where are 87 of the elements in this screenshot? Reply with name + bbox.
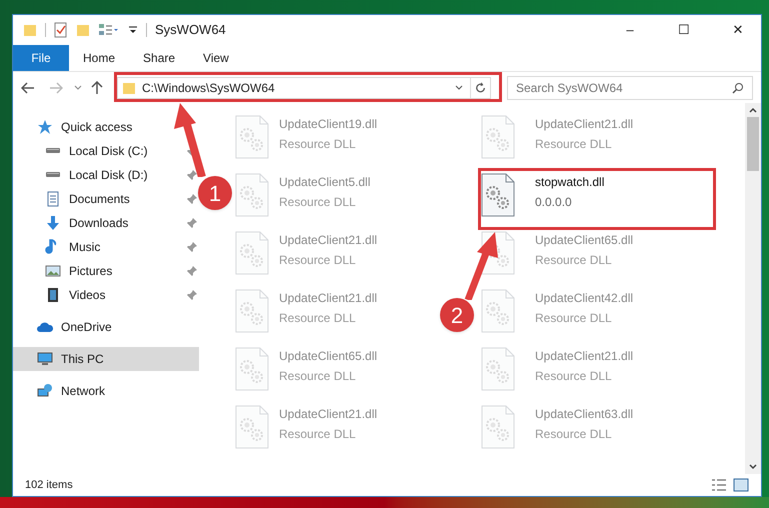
file-detail: Resource DLL [279, 252, 357, 269]
pin-icon[interactable] [187, 242, 197, 252]
item-count: 102 items [25, 478, 73, 493]
file-name: UpdateClient21.dll [535, 348, 634, 365]
file-name: UpdateClient65.dll [279, 348, 378, 365]
gear-file-icon [235, 115, 269, 159]
file-name: UpdateClient21.dll [279, 232, 378, 249]
document-icon [45, 191, 61, 207]
file-detail: Resource DLL [535, 310, 613, 327]
dropdown-icon[interactable] [128, 25, 138, 35]
gear-file-icon [235, 347, 269, 391]
address-bar[interactable]: C:\Windows\SysWOW64 [117, 76, 491, 98]
sidebar-item[interactable]: Quick access [13, 115, 199, 139]
ribbon-tab[interactable]: Share [129, 45, 190, 71]
search-input[interactable]: Search SysWOW64 [516, 78, 732, 96]
sidebar-item[interactable]: Network [13, 379, 199, 403]
search-icon [732, 82, 744, 94]
window-title: SysWOW64 [155, 21, 226, 40]
gear-file-icon [481, 115, 515, 159]
scrollbar[interactable] [745, 103, 761, 474]
pin-icon[interactable] [187, 290, 197, 300]
pin-icon[interactable] [187, 266, 197, 276]
pin-icon[interactable] [187, 194, 197, 204]
file-detail: Resource DLL [535, 368, 613, 385]
file-detail: Resource DLL [279, 194, 357, 211]
file-detail: Resource DLL [279, 310, 357, 327]
file-name: UpdateClient63.dll [535, 406, 634, 423]
close-button[interactable]: ✕ [715, 15, 761, 45]
scroll-thumb[interactable] [747, 117, 759, 171]
file-name: UpdateClient19.dll [279, 116, 378, 133]
gear-file-icon [481, 405, 515, 449]
sidebar-item[interactable]: Pictures [13, 259, 199, 283]
pin-icon[interactable] [187, 170, 197, 180]
file-name: UpdateClient42.dll [535, 290, 634, 307]
ribbon-tab[interactable]: Home [69, 45, 130, 71]
sidebar-item[interactable]: Documents [13, 187, 199, 211]
drive-icon [45, 148, 61, 154]
layout-icon[interactable] [98, 23, 120, 37]
sidebar-item[interactable]: Videos [13, 283, 199, 307]
thumbnail-view-icon[interactable] [733, 478, 749, 492]
details-view-icon[interactable] [711, 478, 727, 492]
file-detail: 0.0.0.0 [535, 194, 573, 211]
pin-icon[interactable] [187, 218, 197, 228]
properties-icon[interactable] [54, 22, 68, 38]
file-name: UpdateClient21.dll [279, 406, 378, 423]
folder-icon [122, 80, 136, 94]
ribbon-tab[interactable]: File [13, 45, 69, 71]
file-detail: Resource DLL [535, 426, 613, 443]
sidebar-item[interactable]: OneDrive [13, 315, 199, 339]
minimize-button[interactable]: – [607, 15, 653, 45]
gear-file-icon [235, 289, 269, 333]
file-detail: Resource DLL [279, 426, 357, 443]
file-detail: Resource DLL [279, 136, 357, 153]
gear-file-icon [481, 347, 515, 391]
drive-icon [45, 172, 61, 178]
network-icon [37, 383, 53, 399]
sidebar-item[interactable]: Downloads [13, 211, 199, 235]
file-item[interactable]: stopwatch.dll 0.0.0.0 [481, 173, 604, 217]
gear-file-icon [481, 173, 515, 217]
address-path: C:\Windows\SysWOW64 [142, 80, 276, 96]
ribbon-tab[interactable]: View [189, 45, 243, 71]
sidebar-item[interactable]: Music [13, 235, 199, 259]
gear-file-icon [481, 289, 515, 333]
file-name: UpdateClient21.dll [279, 290, 378, 307]
file-name: UpdateClient65.dll [535, 232, 634, 249]
sidebar-item[interactable]: Local Disk (D:) [13, 163, 199, 187]
sidebar-item[interactable]: This PC [13, 347, 199, 371]
file-detail: Resource DLL [279, 368, 357, 385]
file-name: UpdateClient5.dll [279, 174, 370, 191]
file-name: stopwatch.dll [535, 174, 604, 191]
up-arrow-icon[interactable] [91, 80, 103, 94]
file-detail: Resource DLL [535, 252, 613, 269]
computer-icon [37, 351, 53, 367]
picture-icon [45, 263, 61, 279]
file-detail: Resource DLL [535, 136, 613, 153]
folder-icon [23, 23, 37, 37]
chevron-down-icon[interactable] [454, 84, 464, 92]
maximize-button[interactable]: ☐ [661, 15, 707, 45]
search-field[interactable]: Search SysWOW64 [507, 76, 753, 100]
film-icon [45, 287, 61, 303]
star-icon [37, 119, 53, 135]
download-icon [45, 215, 61, 231]
gear-file-icon [235, 173, 269, 217]
file-name: UpdateClient21.dll [535, 116, 634, 133]
gear-file-icon [235, 405, 269, 449]
back-arrow-icon[interactable] [21, 82, 35, 94]
gear-file-icon [235, 231, 269, 275]
